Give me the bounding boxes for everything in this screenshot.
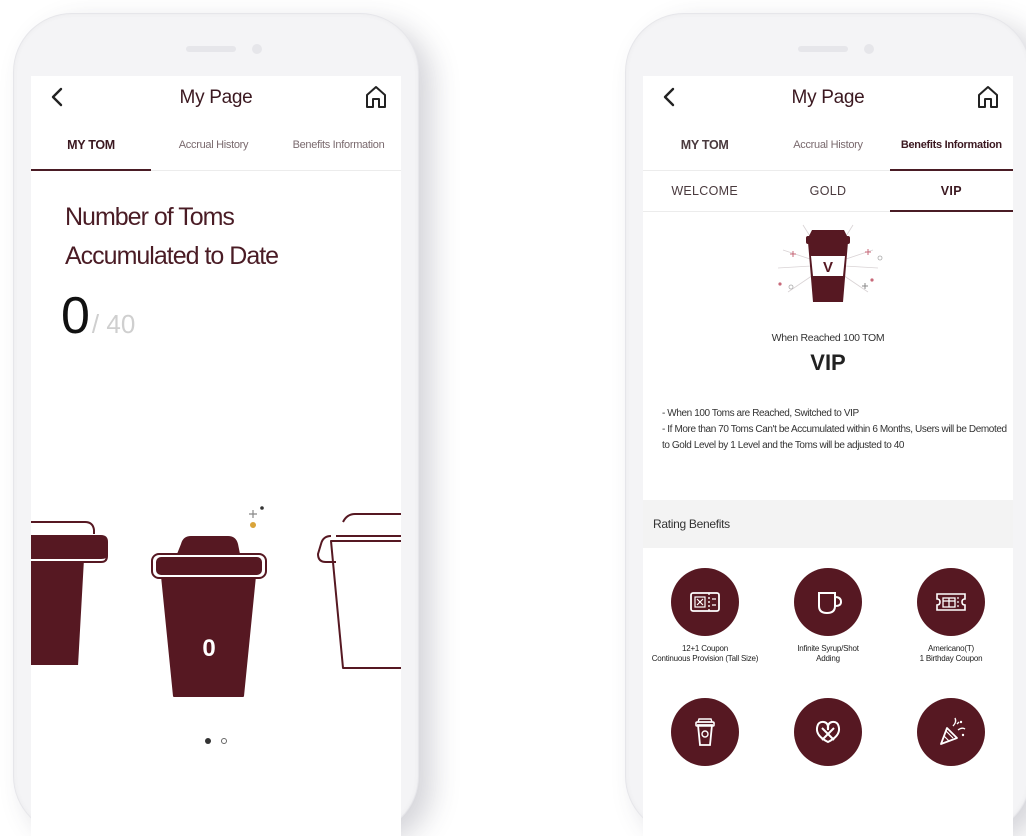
- pagination-dot-active[interactable]: [204, 738, 211, 744]
- level-tab-welcome[interactable]: WELCOME: [643, 171, 766, 211]
- tab-accrual-history[interactable]: Accrual History: [151, 120, 276, 170]
- benefit-circle: [917, 568, 985, 636]
- benefit-circle: [794, 698, 862, 766]
- tab-accrual-history[interactable]: Accrual History: [766, 120, 889, 170]
- gift-ticket-icon: [936, 593, 966, 611]
- page-title: My Page: [179, 87, 253, 108]
- vip-cup-badge-icon: V: [777, 224, 883, 302]
- benefit-item[interactable]: Infinite Syrup/Shot Adding: [766, 568, 890, 664]
- previous-cup: [31, 521, 110, 667]
- phone-speaker: [186, 46, 236, 52]
- benefit-label: Americano(T) 1 Birthday Coupon: [919, 644, 983, 663]
- benefit-item[interactable]: [643, 698, 767, 774]
- benefit-item[interactable]: [766, 698, 890, 774]
- current-tom-count: 0: [61, 287, 90, 345]
- main-tabs: MY TOM Accrual History Benefits Informat…: [31, 120, 401, 171]
- benefit-label: 12+1 Coupon Continuous Provision (Tall S…: [651, 644, 759, 663]
- goal-tom-count: / 40: [91, 309, 136, 339]
- party-popper-icon: [940, 717, 966, 745]
- benefit-circle: [671, 568, 739, 636]
- cup-carousel[interactable]: 0: [31, 496, 401, 716]
- coupon-icon: [690, 592, 720, 612]
- rule-item: - If More than 70 Toms Can't be Accumula…: [662, 424, 1007, 451]
- benefit-circle: [671, 698, 739, 766]
- reached-condition: When Reached 100 TOM: [771, 332, 885, 344]
- left-phone-frame: My Page MY TOM Accrual History Benefits …: [14, 14, 418, 836]
- phone-camera: [252, 44, 262, 54]
- benefit-label: Infinite Syrup/Shot Adding: [797, 644, 859, 663]
- benefit-item[interactable]: Americano(T) 1 Birthday Coupon: [889, 568, 1013, 664]
- tab-my-tom[interactable]: MY TOM: [31, 120, 151, 171]
- headline-line-1: Number of Toms: [65, 203, 235, 231]
- carousel-pagination: [31, 731, 401, 749]
- badge-letter: V: [823, 259, 833, 276]
- benefit-circle: [917, 698, 985, 766]
- rating-benefits-title: Rating Benefits: [653, 517, 730, 531]
- level-tab-vip[interactable]: VIP: [889, 171, 1013, 212]
- left-screen: My Page MY TOM Accrual History Benefits …: [31, 76, 401, 836]
- right-phone-frame: My Page MY TOM Accrual History Benefits …: [626, 14, 1026, 836]
- level-tab-gold[interactable]: GOLD: [766, 171, 889, 211]
- benefits-grid: 12+1 Coupon Continuous Provision (Tall S…: [643, 548, 1013, 836]
- main-tabs: MY TOM Accrual History Benefits Informat…: [643, 120, 1013, 171]
- top-bar: My Page: [31, 76, 401, 120]
- tom-count-headline: Number of Toms Accumulated to Date: [65, 198, 279, 276]
- right-screen: My Page MY TOM Accrual History Benefits …: [643, 76, 1013, 836]
- page-title: My Page: [791, 87, 865, 108]
- top-bar: My Page: [643, 76, 1013, 120]
- level-tabs: WELCOME GOLD VIP: [643, 171, 1013, 212]
- vip-level-info: V When Reached 100 TOM VIP - When 100 To…: [643, 210, 1013, 500]
- pagination-dot[interactable]: [221, 738, 228, 744]
- benefit-item[interactable]: 12+1 Coupon Continuous Provision (Tall S…: [643, 568, 767, 664]
- rule-item: - When 100 Toms are Reached, Switched to…: [662, 408, 859, 419]
- headline-line-2: Accumulated to Date: [65, 242, 279, 270]
- mug-icon: [818, 592, 843, 615]
- phone-speaker: [798, 46, 848, 52]
- home-icon[interactable]: [361, 82, 391, 112]
- sparkle-decoration: [249, 506, 264, 528]
- level-rules: - When 100 Toms are Reached, Switched to…: [662, 406, 1007, 454]
- tab-benefits-information[interactable]: Benefits Information: [889, 120, 1013, 171]
- cup-count: 0: [202, 635, 215, 662]
- phone-camera: [864, 44, 874, 54]
- level-name: VIP: [810, 350, 846, 375]
- tab-my-tom[interactable]: MY TOM: [643, 120, 766, 170]
- coffee-cup-icon: [695, 718, 715, 746]
- home-icon[interactable]: [973, 82, 1003, 112]
- benefit-circle: [794, 568, 862, 636]
- pretzel-icon: [815, 720, 841, 744]
- tom-counter: 0 / 40: [61, 286, 135, 346]
- benefit-item[interactable]: [889, 698, 1013, 774]
- tab-benefits-information[interactable]: Benefits Information: [276, 120, 401, 170]
- current-cup: 0: [151, 536, 267, 697]
- next-cup: [316, 513, 401, 669]
